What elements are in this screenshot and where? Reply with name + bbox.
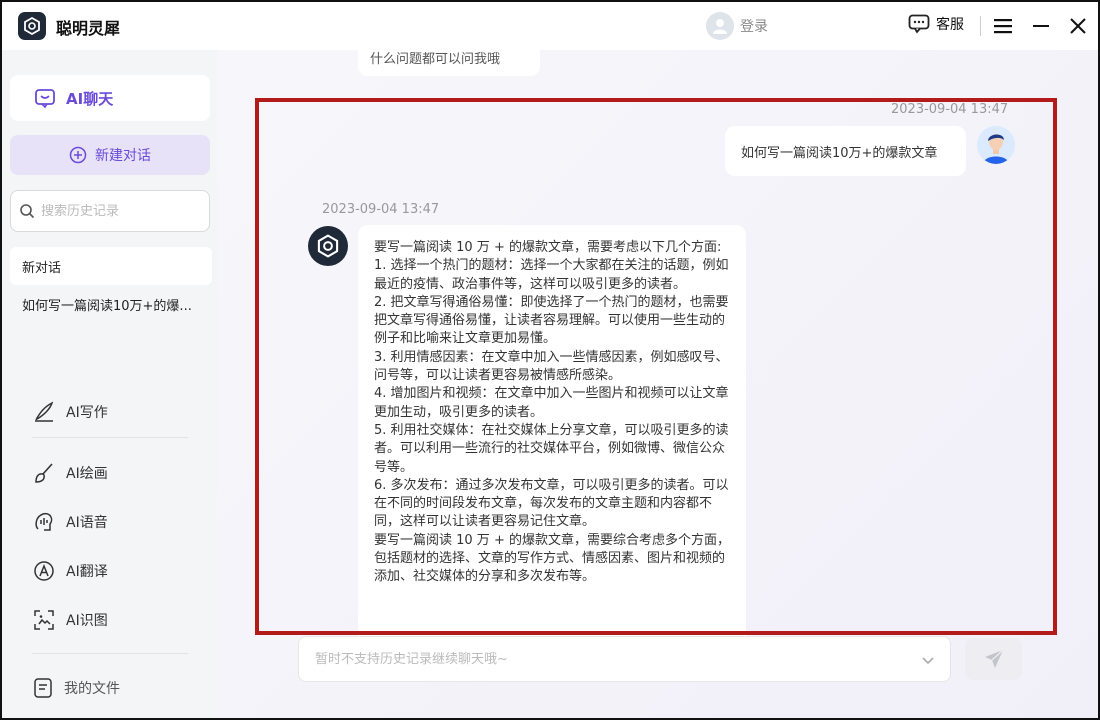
bot-timestamp: 2023-09-04 13:47 <box>322 202 440 217</box>
bot-paragraph: 6. 多次发布：通过多次发布文章，可以吸引更多的读者。可以在不同的时间段发布文章… <box>374 477 729 530</box>
app-title: 聪明灵犀 <box>56 19 121 38</box>
bot-avatar <box>308 226 348 266</box>
history-item-article[interactable]: 如何写一篇阅读10万+的爆... <box>10 285 212 323</box>
message-composer <box>298 636 951 682</box>
history-search-input[interactable] <box>41 203 201 219</box>
tool-ai-voice-label: AI语音 <box>66 515 108 531</box>
new-chat-label: 新建对话 <box>95 148 151 164</box>
voice-icon <box>35 512 53 531</box>
search-icon <box>20 204 35 219</box>
image-scan-icon <box>34 610 54 630</box>
minimize-icon <box>1033 25 1049 27</box>
send-icon <box>984 649 1003 668</box>
tool-ai-voice[interactable]: AI语音 <box>32 510 108 534</box>
login-label: 登录 <box>740 19 768 35</box>
chat-area: 什么问题都可以问我哦 2023-09-04 13:47 如何写一篇阅读10万+的… <box>218 50 1098 718</box>
chat-icon <box>35 89 55 109</box>
tools-divider <box>32 437 188 438</box>
user-avatar <box>977 126 1015 164</box>
chevron-down-icon[interactable] <box>920 652 936 668</box>
bot-paragraph: 2. 把文章写得通俗易懂：即使选择了一个热门的题材，也需要把文章写得通俗易懂，让… <box>374 294 729 347</box>
tool-ai-painting-label: AI绘画 <box>66 466 108 482</box>
file-icon <box>34 678 52 698</box>
plus-circle-icon <box>69 146 87 164</box>
tool-ai-painting[interactable]: AI绘画 <box>32 461 108 485</box>
app-window: 聪明灵犀 登录 客服 AI聊天 新建对话 搜索历史记录 新对话 如何写一篇阅读1… <box>0 0 1100 720</box>
user-timestamp: 2023-09-04 13:47 <box>891 102 1009 117</box>
my-files[interactable]: 我的文件 <box>32 677 120 699</box>
close-button[interactable] <box>1064 12 1092 40</box>
bot-paragraph: 要写一篇阅读 10 万 + 的爆款文章，需要综合考虑多个方面，包括题材的选择、文… <box>374 532 730 585</box>
bot-paragraph: 5. 利用社交媒体：在社交媒体上分享文章，可以吸引更多的读者。可以利用一些流行的… <box>374 422 729 475</box>
bot-paragraph: 3. 利用情感因素：在文章中加入一些情感因素，例如感叹号、问号等，可以让读者更容… <box>374 349 729 384</box>
sidebar: AI聊天 新建对话 新对话 如何写一篇阅读10万+的爆... AI写作 <box>2 50 218 718</box>
close-icon <box>1070 18 1086 34</box>
pen-icon <box>35 401 54 422</box>
menu-button[interactable] <box>989 12 1017 40</box>
tool-ai-image-recognition-label: AI识图 <box>66 613 108 629</box>
chat-bubble-icon <box>908 14 930 34</box>
user-icon <box>706 12 734 40</box>
app-logo-icon <box>317 234 339 258</box>
user-message: 如何写一篇阅读10万+的爆款文章 <box>725 126 966 176</box>
titlebar-divider <box>980 16 981 36</box>
menu-icon <box>994 19 1012 34</box>
bot-message: 要写一篇阅读 10 万 + 的爆款文章，需要考虑以下几个方面: 1. 选择一个热… <box>358 225 746 645</box>
paintbrush-icon <box>35 463 53 483</box>
tool-ai-writing-label: AI写作 <box>66 405 108 421</box>
message-input[interactable] <box>315 651 905 667</box>
bot-paragraph: 4. 增加图片和视频：在文章中加入一些图片和视频可以让文章更加生动，吸引更多的读… <box>374 386 729 420</box>
bot-paragraph: 1. 选择一个热门的题材：选择一个大家都在关注的话题，例如最近的疫情、政治事件等… <box>374 258 729 292</box>
service-label: 客服 <box>936 17 964 33</box>
translate-icon <box>34 561 54 581</box>
login-button[interactable]: 登录 <box>706 12 768 40</box>
minimize-button[interactable] <box>1027 12 1055 40</box>
tool-ai-translate[interactable]: AI翻译 <box>32 559 108 583</box>
tool-ai-translate-label: AI翻译 <box>66 564 108 580</box>
new-chat-button[interactable]: 新建对话 <box>10 135 210 175</box>
user-message-text: 如何写一篇阅读10万+的爆款文章 <box>741 145 938 161</box>
title-bar: 聪明灵犀 登录 客服 <box>2 2 1098 50</box>
customer-service-button[interactable]: 客服 <box>908 14 964 34</box>
tool-ai-writing[interactable]: AI写作 <box>32 400 108 424</box>
app-logo-icon <box>18 12 46 40</box>
history-search <box>10 190 210 232</box>
nav-ai-chat[interactable]: AI聊天 <box>10 75 210 121</box>
history-item-new[interactable]: 新对话 <box>10 247 212 285</box>
send-button[interactable] <box>965 638 1022 680</box>
nav-ai-chat-label: AI聊天 <box>66 89 114 108</box>
previous-message-fragment: 什么问题都可以问我哦 <box>358 50 540 76</box>
tool-ai-image-recognition[interactable]: AI识图 <box>32 608 108 632</box>
files-divider <box>32 653 188 654</box>
bot-paragraph: 要写一篇阅读 10 万 + 的爆款文章，需要考虑以下几个方面: <box>374 240 722 255</box>
my-files-label: 我的文件 <box>64 681 120 697</box>
